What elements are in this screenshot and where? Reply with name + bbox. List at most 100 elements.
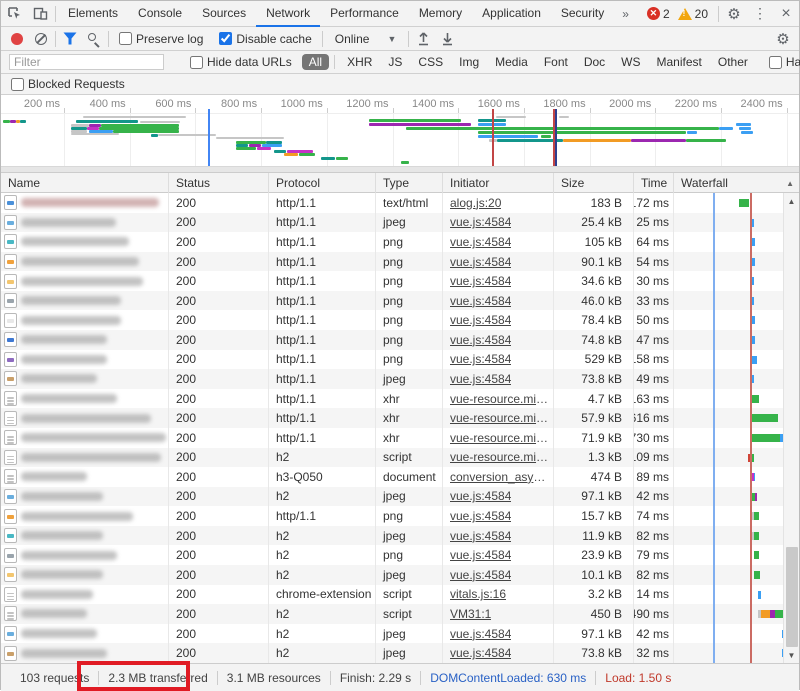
initiator-link[interactable]: vue-resource.min.js:7 [450,431,550,445]
table-row[interactable]: 200http/1.1pngvue.js:4584105 kB64 ms [1,232,799,252]
disable-cache-checkbox[interactable]: Disable cache [219,32,311,46]
column-header-status[interactable]: Status [169,173,269,193]
waterfall-cell[interactable] [674,585,799,605]
initiator-link[interactable]: vue.js:4584 [450,489,511,503]
tab-network[interactable]: Network [256,1,320,27]
initiator-link[interactable]: vue.js:4584 [450,313,511,327]
request-name-cell[interactable] [1,585,169,605]
request-name-cell[interactable] [1,408,169,428]
initiator-link[interactable]: vue.js:4584 [450,548,511,562]
table-row[interactable]: 200h2pngvue.js:458423.9 kB79 ms [1,545,799,565]
import-har-button[interactable] [411,28,435,50]
filter-pill-media[interactable]: Media [488,54,535,70]
waterfall-cell[interactable] [674,604,799,624]
console-warnings-badge[interactable]: 20 [678,7,708,21]
waterfall-cell[interactable] [674,232,799,252]
more-tabs-chevron[interactable]: » [614,1,637,27]
request-name-cell[interactable] [1,310,169,330]
waterfall-cell[interactable] [674,624,799,644]
initiator-link[interactable]: vue.js:4584 [450,352,511,366]
filter-pill-font[interactable]: Font [537,54,575,70]
column-header-type[interactable]: Type [376,173,443,193]
table-row[interactable]: 200chrome-extensionscriptvitals.js:163.2… [1,585,799,605]
table-row[interactable]: 200http/1.1jpegvue.js:458425.4 kB25 ms [1,213,799,233]
request-name-cell[interactable] [1,487,169,507]
device-toolbar-icon[interactable] [27,1,53,26]
filter-pill-manifest[interactable]: Manifest [650,54,709,70]
request-name-cell[interactable] [1,252,169,272]
hide-data-urls-checkbox[interactable]: Hide data URLs [190,55,292,69]
filter-input[interactable] [9,54,164,70]
tab-performance[interactable]: Performance [320,1,409,27]
waterfall-cell[interactable] [674,350,799,370]
waterfall-cell[interactable] [674,487,799,507]
tab-security[interactable]: Security [551,1,614,27]
initiator-link[interactable]: vue.js:4584 [450,235,511,249]
request-name-cell[interactable] [1,193,169,213]
kebab-menu-icon[interactable]: ⋮ [747,1,773,26]
request-name-cell[interactable] [1,350,169,370]
scrollbar-thumb[interactable] [786,547,798,647]
console-errors-badge[interactable]: ✕ 2 [647,7,670,21]
initiator-link[interactable]: vue.js:4584 [450,333,511,347]
search-button[interactable] [82,28,106,50]
filter-pill-css[interactable]: CSS [411,54,450,70]
table-scrollbar[interactable]: ▲ ▼ [783,193,799,663]
tab-memory[interactable]: Memory [409,1,472,27]
request-name-cell[interactable] [1,232,169,252]
disable-cache-input[interactable] [219,32,232,45]
scrollbar-up-arrow[interactable]: ▲ [784,193,799,209]
initiator-link[interactable]: vue-resource.min.js:7 [450,411,550,425]
tab-sources[interactable]: Sources [192,1,256,27]
initiator-link[interactable]: vue-resource.min.js:7 [450,392,550,406]
filter-pill-doc[interactable]: Doc [577,54,612,70]
network-settings-gear-icon[interactable]: ⚙ [771,28,795,50]
table-row[interactable]: 200http/1.1pngvue.js:4584529 kB158 ms [1,350,799,370]
waterfall-cell[interactable] [674,369,799,389]
waterfall-cell[interactable] [674,310,799,330]
initiator-link[interactable]: vue.js:4584 [450,255,511,269]
waterfall-cell[interactable] [674,506,799,526]
initiator-link[interactable]: vitals.js:16 [450,587,506,601]
export-har-button[interactable] [435,28,459,50]
request-name-cell[interactable] [1,369,169,389]
table-row[interactable]: 200http/1.1pngvue.js:458415.7 kB74 ms [1,506,799,526]
initiator-link[interactable]: conversion_async.js… [450,470,550,484]
table-row[interactable]: 200http/1.1pngvue.js:458478.4 kB50 ms [1,310,799,330]
table-row[interactable]: 200h2jpegvue.js:458411.9 kB82 ms [1,526,799,546]
waterfall-cell[interactable] [674,389,799,409]
table-row[interactable]: 200http/1.1pngvue.js:458474.8 kB47 ms [1,330,799,350]
network-overview[interactable]: 200 ms400 ms600 ms800 ms1000 ms1200 ms14… [1,95,799,173]
sort-arrow-icon[interactable]: ▲ [786,179,794,188]
has-blocked-cookies-checkbox[interactable]: Has blocked cookies [769,55,800,69]
waterfall-cell[interactable] [674,545,799,565]
request-name-cell[interactable] [1,604,169,624]
tab-application[interactable]: Application [472,1,551,27]
waterfall-cell[interactable] [674,408,799,428]
request-name-cell[interactable] [1,330,169,350]
table-row[interactable]: 200http/1.1pngvue.js:458490.1 kB54 ms [1,252,799,272]
request-name-cell[interactable] [1,467,169,487]
preserve-log-checkbox[interactable]: Preserve log [119,32,203,46]
scrollbar-down-arrow[interactable]: ▼ [784,647,799,663]
has-blocked-cookies-input[interactable] [769,56,782,69]
initiator-link[interactable]: vue.js:4584 [450,627,511,641]
inspect-element-icon[interactable] [1,1,27,26]
throttling-dropdown[interactable]: Online ▼ [335,32,397,46]
waterfall-cell[interactable] [674,252,799,272]
request-name-cell[interactable] [1,389,169,409]
table-row[interactable]: 200http/1.1text/htmlalog.js:20183 B172 m… [1,193,799,213]
initiator-link[interactable]: vue.js:4584 [450,215,511,229]
initiator-link[interactable]: vue.js:4584 [450,372,511,386]
table-row[interactable]: 200http/1.1pngvue.js:458446.0 kB33 ms [1,291,799,311]
table-row[interactable]: 200h2jpegvue.js:458473.8 kB32 ms [1,643,799,663]
filter-pill-all[interactable]: All [302,54,329,70]
filter-pill-xhr[interactable]: XHR [340,54,379,70]
request-name-cell[interactable] [1,428,169,448]
close-devtools-icon[interactable]: × [773,1,799,26]
preserve-log-input[interactable] [119,32,132,45]
record-network-log-button[interactable] [5,28,29,50]
request-name-cell[interactable] [1,506,169,526]
waterfall-cell[interactable] [674,291,799,311]
filter-pill-img[interactable]: Img [452,54,486,70]
